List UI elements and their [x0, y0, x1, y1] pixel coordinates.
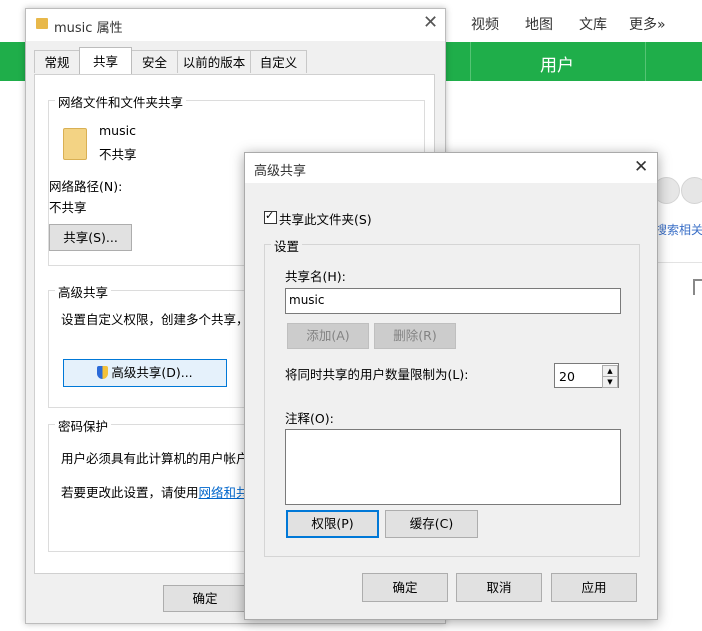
- tab-security[interactable]: 安全: [131, 50, 178, 73]
- comment-label: 注释(O):: [285, 411, 334, 426]
- nav-more-link[interactable]: 更多»: [629, 14, 666, 34]
- remove-button[interactable]: 删除(R): [374, 323, 456, 349]
- window-title: music 属性: [54, 21, 123, 36]
- close-icon[interactable]: ✕: [634, 157, 648, 177]
- share-name-input[interactable]: music: [285, 288, 621, 314]
- group-label: 设置: [271, 236, 303, 255]
- permissions-button[interactable]: 权限(P): [286, 510, 379, 538]
- divider: [656, 262, 702, 263]
- nav-video-link[interactable]: 视频: [471, 14, 499, 34]
- dialog-apply-button[interactable]: 应用: [551, 573, 637, 602]
- dialog-title-bar: 高级共享 ✕: [245, 153, 657, 183]
- tab-customize[interactable]: 自定义: [250, 50, 307, 73]
- password-description: 用户必须具有此计算机的用户帐户和: [61, 451, 262, 466]
- green-bar-divider: [645, 42, 646, 81]
- group-label: 密码保护: [55, 416, 112, 435]
- nav-map-link[interactable]: 地图: [525, 14, 553, 34]
- group-label: 高级共享: [55, 282, 112, 301]
- tab-sharing[interactable]: 共享: [79, 47, 132, 74]
- users-tab[interactable]: 用户: [540, 51, 574, 76]
- star-icon[interactable]: [681, 177, 702, 204]
- close-icon[interactable]: ✕: [423, 13, 438, 33]
- folder-name: music: [99, 123, 136, 138]
- advanced-sharing-label: 高级共享(D)...: [111, 365, 193, 380]
- tab-previous-versions[interactable]: 以前的版本: [177, 50, 251, 73]
- settings-group: 设置 共享名(H): music 添加(A) 删除(R) 将同时共享的用户数量限…: [264, 236, 640, 557]
- shield-icon: [97, 366, 109, 379]
- group-label: 网络文件和文件夹共享: [55, 92, 187, 111]
- share-button[interactable]: 共享(S)...: [49, 224, 132, 251]
- password-change-text: 若要更改此设置，请使用网络和共享: [61, 482, 261, 501]
- dialog-ok-button[interactable]: 确定: [362, 573, 448, 602]
- user-limit-spinner[interactable]: 20 ▲ ▼: [554, 363, 619, 388]
- checkmark-icon: ✓: [265, 209, 275, 222]
- dialog-cancel-button[interactable]: 取消: [456, 573, 542, 602]
- tab-general[interactable]: 常规: [34, 50, 80, 73]
- green-bar-divider: [470, 42, 471, 81]
- nav-library-link[interactable]: 文库: [579, 14, 607, 34]
- user-limit-label: 将同时共享的用户数量限制为(L):: [285, 367, 469, 382]
- share-name-label: 共享名(H):: [285, 269, 346, 284]
- user-limit-value: 20: [559, 369, 575, 384]
- dialog-title: 高级共享: [254, 164, 307, 179]
- advanced-sharing-dialog: 高级共享 ✕ ✓ 共享此文件夹(S) 设置 共享名(H): music 添加(A…: [244, 152, 658, 620]
- caching-button[interactable]: 缓存(C): [385, 510, 478, 538]
- add-button[interactable]: 添加(A): [287, 323, 369, 349]
- spinner-down-icon[interactable]: ▼: [602, 376, 618, 388]
- password-change-label: 若要更改此设置，请使用: [61, 485, 199, 500]
- expand-icon[interactable]: [693, 279, 702, 295]
- network-path-value: 不共享: [49, 200, 87, 215]
- advanced-description: 设置自定义权限，创建多个共享，并: [61, 312, 262, 327]
- folder-icon: [36, 18, 48, 29]
- advanced-sharing-button[interactable]: 高级共享(D)...: [63, 359, 227, 387]
- search-related-link[interactable]: 搜索相关文: [655, 221, 702, 238]
- share-folder-checkbox[interactable]: ✓: [264, 209, 277, 224]
- properties-ok-button[interactable]: 确定: [163, 585, 247, 612]
- properties-title-bar: music 属性 ✕: [26, 9, 445, 41]
- comment-textarea[interactable]: [285, 429, 621, 505]
- folder-status: 不共享: [99, 147, 137, 162]
- share-folder-label: 共享此文件夹(S): [279, 212, 372, 227]
- folder-icon: [63, 128, 87, 160]
- network-path-label: 网络路径(N):: [49, 179, 123, 194]
